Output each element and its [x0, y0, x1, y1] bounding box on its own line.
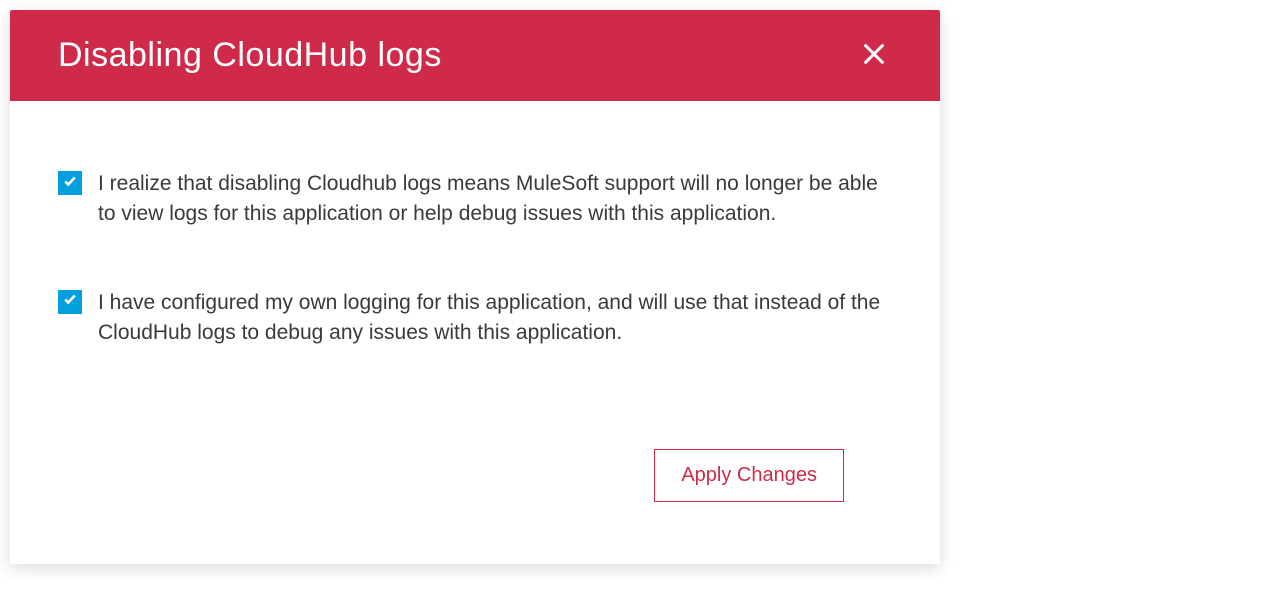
apply-changes-button[interactable]: Apply Changes: [654, 449, 844, 502]
checkbox-row-own-logging: I have configured my own logging for thi…: [58, 288, 892, 349]
checkbox-label: I have configured my own logging for thi…: [98, 288, 892, 349]
dialog-body: I realize that disabling Cloudhub logs m…: [10, 101, 940, 564]
checkbox-label: I realize that disabling Cloudhub logs m…: [98, 169, 892, 230]
dialog-header: Disabling CloudHub logs: [10, 10, 940, 101]
checkbox-own-logging[interactable]: [58, 290, 82, 314]
checkbox-row-support-acknowledge: I realize that disabling Cloudhub logs m…: [58, 169, 892, 230]
checkbox-support-acknowledge[interactable]: [58, 171, 82, 195]
check-icon: [63, 174, 77, 193]
dialog-footer: Apply Changes: [58, 439, 892, 534]
disable-cloudhub-logs-dialog: Disabling CloudHub logs I realize that d…: [10, 10, 940, 564]
dialog-title: Disabling CloudHub logs: [58, 36, 442, 75]
close-icon: [860, 40, 888, 71]
check-icon: [63, 292, 77, 311]
close-button[interactable]: [856, 36, 892, 75]
